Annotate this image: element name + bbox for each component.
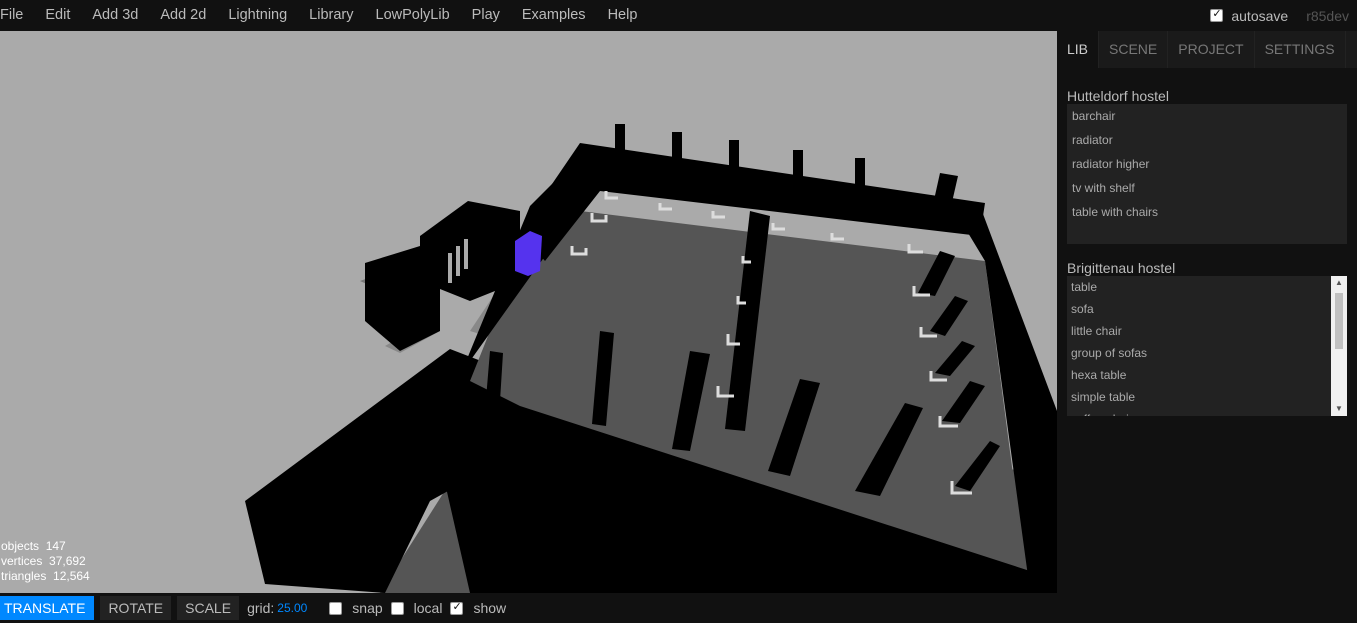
tab-settings[interactable]: SETTINGS: [1255, 31, 1346, 68]
list-item[interactable]: hexa table: [1067, 364, 1347, 386]
list-item[interactable]: little chair: [1067, 320, 1347, 342]
toolbar: TRANSLATE ROTATE SCALE grid: 25.00 snap …: [0, 593, 1057, 623]
snap-checkbox[interactable]: [329, 601, 343, 615]
library-title-brigittenau: Brigittenau hostel: [1067, 260, 1176, 276]
local-toggle[interactable]: local: [390, 600, 443, 616]
sidebar: LIB SCENE PROJECT SETTINGS Hutteldorf ho…: [1057, 31, 1357, 623]
scroll-down-icon[interactable]: ▼: [1331, 402, 1347, 416]
vertices-label: vertices: [1, 554, 43, 568]
snap-label: snap: [352, 600, 383, 616]
list-item[interactable]: simple table: [1067, 386, 1347, 408]
tab-scene[interactable]: SCENE: [1099, 31, 1169, 68]
vertices-count: 37,692: [49, 554, 86, 568]
menu-edit[interactable]: Edit: [34, 0, 81, 31]
objects-count: 147: [45, 539, 66, 553]
scroll-up-icon[interactable]: ▲: [1331, 276, 1347, 290]
list-item[interactable]: radiator: [1067, 128, 1347, 152]
pillar: [672, 132, 682, 177]
pillar: [729, 140, 739, 185]
tab-project[interactable]: PROJECT: [1168, 31, 1255, 68]
list-item[interactable]: group of sofas: [1067, 342, 1347, 364]
list-item[interactable]: sofa: [1067, 298, 1347, 320]
library-title-hutteldorf: Hutteldorf hostel: [1067, 88, 1169, 104]
menu-lightning[interactable]: Lightning: [217, 0, 298, 31]
pillar: [615, 124, 625, 169]
pillar: [855, 158, 865, 203]
list-item[interactable]: tv with shelf: [1067, 176, 1347, 200]
viewport-3d[interactable]: objects 147 vertices 37,692 triangles 12…: [0, 31, 1057, 593]
show-label: show: [473, 600, 507, 616]
grid-label: grid:: [247, 600, 275, 616]
local-label: local: [413, 600, 443, 616]
menu-play[interactable]: Play: [461, 0, 511, 31]
list-scrollbar[interactable]: ▲ ▼: [1331, 276, 1347, 416]
menu-file[interactable]: File: [0, 0, 34, 31]
menubar: File Edit Add 3d Add 2d Lightning Librar…: [0, 0, 1357, 31]
scroll-thumb[interactable]: [1335, 293, 1343, 349]
show-checkbox[interactable]: [450, 600, 464, 615]
local-checkbox[interactable]: [390, 601, 404, 615]
menu-help[interactable]: Help: [597, 0, 649, 31]
list-item[interactable]: radiator higher: [1067, 152, 1347, 176]
version-label: r85dev: [1306, 7, 1349, 24]
menu-add-3d[interactable]: Add 3d: [81, 0, 149, 31]
autosave-label: autosave: [1231, 7, 1289, 24]
menubar-right: autosave r85dev: [1210, 0, 1349, 31]
list-item[interactable]: table with chairs: [1067, 200, 1347, 224]
pillar: [793, 150, 803, 195]
translate-button[interactable]: TRANSLATE: [0, 596, 95, 620]
menu-library[interactable]: Library: [298, 0, 364, 31]
scene-info: objects 147 vertices 37,692 triangles 12…: [1, 539, 90, 584]
list-item[interactable]: coffee chair: [1067, 408, 1347, 416]
tab-lib[interactable]: LIB: [1057, 31, 1100, 68]
autosave-checkbox[interactable]: [1210, 7, 1224, 22]
scale-button[interactable]: SCALE: [177, 596, 240, 620]
menu-examples[interactable]: Examples: [511, 0, 597, 31]
objects-label: objects: [1, 539, 40, 553]
scene-render[interactable]: [0, 31, 1057, 593]
menu-add-2d[interactable]: Add 2d: [149, 0, 217, 31]
list-item[interactable]: table: [1067, 276, 1347, 298]
list-item[interactable]: barchair: [1067, 104, 1347, 128]
triangles-label: triangles: [1, 569, 47, 583]
snap-toggle[interactable]: snap: [329, 600, 383, 616]
triangles-count: 12,564: [53, 569, 90, 583]
library-list-hutteldorf[interactable]: barchair radiator radiator higher tv wit…: [1067, 104, 1347, 244]
rotate-button[interactable]: ROTATE: [100, 596, 172, 620]
menu-lowpolylib[interactable]: LowPolyLib: [365, 0, 461, 31]
library-list-brigittenau[interactable]: table sofa little chair group of sofas h…: [1067, 276, 1347, 416]
grid-input[interactable]: 25.00: [277, 601, 321, 615]
sidebar-tabs: LIB SCENE PROJECT SETTINGS: [1057, 31, 1357, 68]
show-toggle[interactable]: show: [450, 600, 506, 616]
